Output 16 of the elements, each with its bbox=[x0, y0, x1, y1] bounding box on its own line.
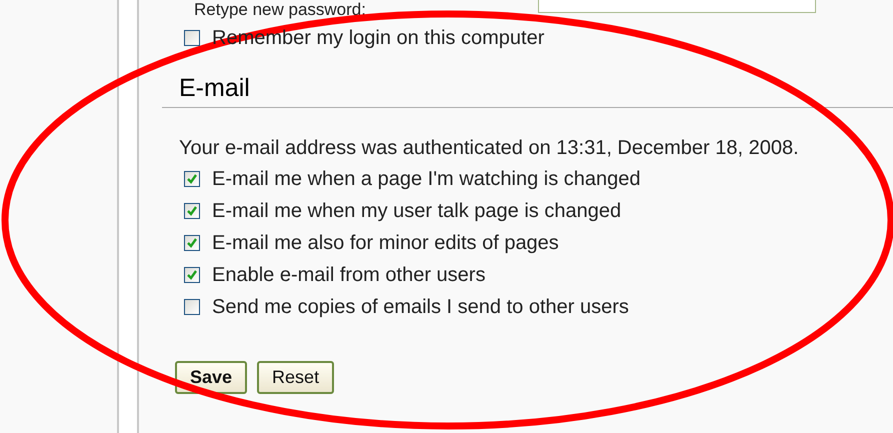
checkbox[interactable] bbox=[184, 235, 200, 251]
checkbox[interactable] bbox=[184, 203, 200, 219]
checkbox-label: E-mail me when my user talk page is changed bbox=[212, 200, 622, 222]
field-label: Retype new password: bbox=[194, 0, 367, 20]
status-text: Your e-mail address was authenticated on 13:31, December 18, 2008. bbox=[179, 137, 800, 160]
checkbox-label: E-mail me when a page I'm watching is changed bbox=[212, 168, 640, 190]
checkbox-label: Send me copies of emails I send to other users bbox=[212, 296, 629, 318]
checkbox[interactable] bbox=[184, 30, 200, 46]
checkbox-label: Enable e-mail from other users bbox=[212, 264, 486, 286]
checkbox[interactable] bbox=[184, 267, 200, 283]
password-field[interactable] bbox=[538, 0, 816, 13]
checkbox-label: E-mail me also for minor edits of pages bbox=[212, 232, 559, 254]
checkbox[interactable] bbox=[184, 171, 200, 187]
checkbox[interactable] bbox=[184, 299, 200, 315]
reset-button[interactable]: Reset bbox=[257, 361, 334, 394]
section-heading: E-mail bbox=[162, 74, 893, 108]
